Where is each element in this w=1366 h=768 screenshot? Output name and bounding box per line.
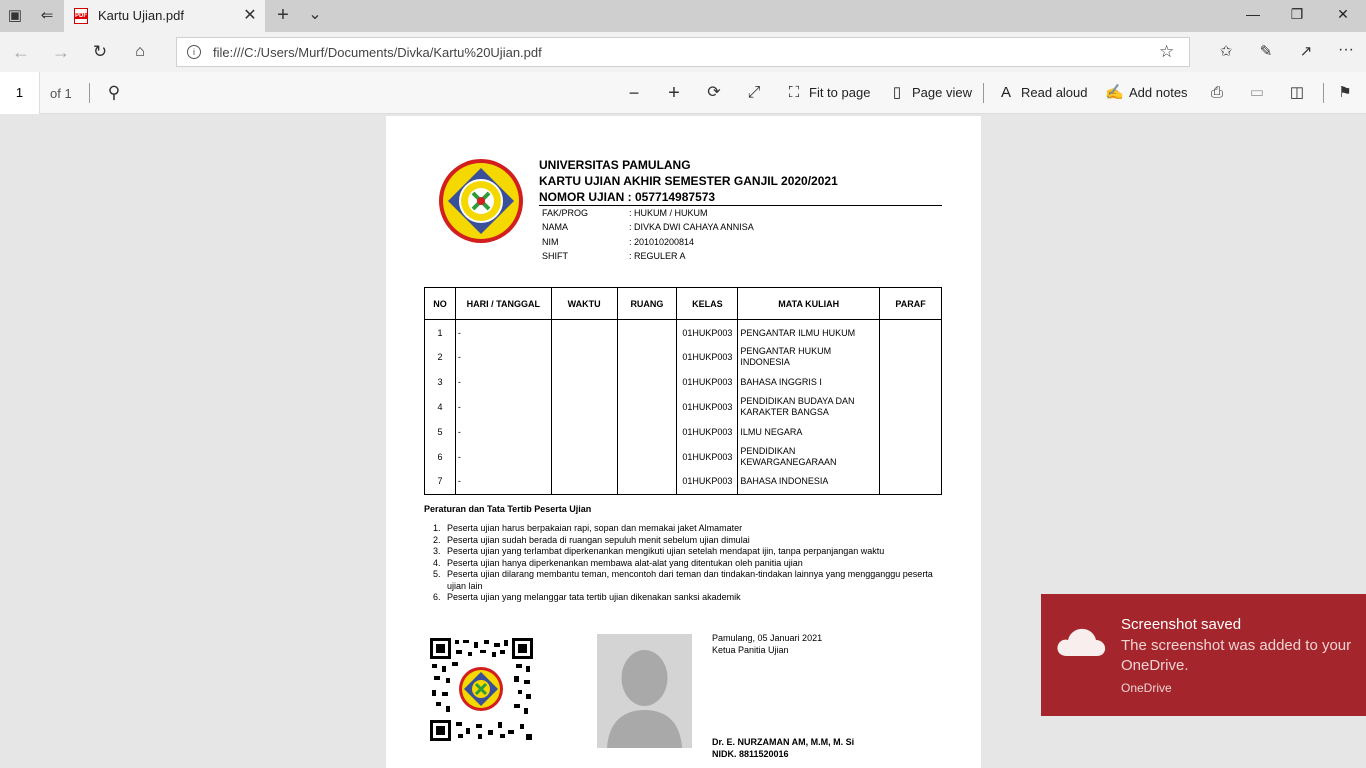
add-notes-label: Add notes [1129, 85, 1188, 100]
signatory-nidk: NIDK. 8811520016 [712, 749, 789, 759]
navigation-bar: ← → ↻ ⌂ i file:///C:/Users/Murf/Document… [0, 32, 1366, 72]
pdf-toolbar: 1 of 1 ⚲ − + ⟳ ⤢ ⛶ Fit to page ▯ Page view… [0, 72, 1366, 114]
table-header-row: NO HARI / TANGGAL WAKTU RUANG KELAS MATA… [424, 287, 942, 320]
page-view-button[interactable]: ▯ Page view [888, 83, 972, 103]
info-row: FAK/PROG: HUKUM / HUKUM [542, 208, 708, 218]
search-icon[interactable]: ⚲ [103, 83, 125, 103]
toast-source: OneDrive [1121, 681, 1172, 695]
list-item: 6. Peserta ujian yang melanggar tata tert… [433, 592, 741, 602]
list-item: 2. Peserta ujian sudah berada di ruangan … [433, 534, 750, 545]
university-logo [439, 159, 523, 243]
new-tab-button[interactable]: + [272, 5, 294, 25]
university-name: UNIVERSITAS PAMULANG [539, 158, 691, 172]
fit-to-page-button[interactable]: ⛶ Fit to page [785, 83, 871, 103]
toolbar-divider [89, 83, 90, 103]
tab-bar: ▣ ⇐ Kartu Ujian.pdf ✕ + ⌄ — ❐ ✕ [0, 0, 1366, 32]
exam-number: NOMOR UJIAN : 057714987573 [539, 190, 716, 204]
favorites-icon[interactable]: ✩ [1215, 42, 1237, 62]
tab-close-button[interactable]: ✕ [240, 6, 260, 26]
back-icon[interactable]: ← [10, 42, 32, 62]
read-aloud-button[interactable]: A Read aloud [997, 83, 1088, 103]
rules-list: 1. Peserta ujian harus berpakaian rapi, s… [433, 523, 933, 604]
info-row: NAMA: DIVKA DWI CAHAYA ANNISA [542, 222, 754, 232]
tab-actions-icon[interactable]: ▣ [4, 6, 26, 26]
list-item: 1. Peserta ujian harus berpakaian rapi, s… [433, 523, 743, 533]
table-row: 1-01HUKP003 PENGANTAR ILMU HUKUM [424, 319, 942, 345]
toast-title: Screenshot saved [1121, 616, 1242, 633]
read-aloud-icon: A [1000, 84, 1011, 101]
onedrive-cloud-icon [1057, 628, 1106, 656]
pen-note-icon: ✍ [1105, 84, 1124, 101]
fit-to-page-label: Fit to page [809, 85, 871, 100]
full-screen-icon[interactable]: ⤢ [743, 83, 765, 103]
signatory-name: Dr. E. NURZAMAN AM, M.M, M. Si [712, 737, 855, 747]
student-photo-placeholder [597, 634, 692, 748]
table-row: 6-01HUKP003 PENDIDIKAN KEWARGANEGARAAN [424, 444, 942, 470]
column-header: PARAF [879, 287, 942, 320]
table-row: 3-01HUKP003 BAHASA INGGRIS I [424, 369, 942, 395]
qr-code [430, 638, 533, 741]
home-icon[interactable]: ⌂ [129, 42, 151, 62]
column-header: NO [424, 287, 456, 320]
table-row: 4-01HUKP003 PENDIDIKAN BUDAYA DAN KARAKTE… [424, 394, 942, 420]
card-title: KARTU UJIAN AKHIR SEMESTER GANJIL 2020/2… [539, 174, 838, 188]
pdf-page: UNIVERSITAS PAMULANG KARTU UJIAN AKHIR S… [386, 116, 981, 768]
list-item: 3. Peserta ujian yang terlambat diperkena… [433, 546, 885, 556]
header-divider [539, 205, 942, 206]
print-icon[interactable]: ⎙ [1206, 83, 1228, 103]
forward-icon[interactable]: → [50, 42, 72, 62]
address-bar[interactable]: i file:///C:/Users/Murf/Documents/Divka/… [176, 37, 1190, 67]
close-window-button[interactable]: ✕ [1328, 6, 1358, 26]
list-item: 4. Peserta ujian hanya diperkenankan memb… [433, 557, 803, 568]
list-item: 5. Peserta ujian dilarang membantu teman,… [433, 569, 933, 591]
info-row: NIM: 201010200814 [542, 237, 695, 247]
screenshot-saved-notification[interactable]: Screenshot saved The screenshot was adde… [1041, 594, 1366, 716]
exam-schedule-table: NO HARI / TANGGAL WAKTU RUANG KELAS MATA… [424, 287, 942, 495]
tab-preview-button[interactable]: ⌄ [304, 5, 326, 25]
set-tabs-aside-icon[interactable]: ⇐ [36, 6, 58, 26]
add-notes-button[interactable]: ✍ Add notes [1105, 83, 1188, 103]
column-header: RUANG [616, 287, 678, 320]
save-as-icon[interactable]: ◫ [1286, 83, 1308, 103]
zoom-in-icon[interactable]: + [663, 83, 685, 103]
pen-icon[interactable]: ✎ [1255, 42, 1277, 62]
save-icon[interactable]: ▭ [1246, 83, 1268, 103]
page-view-icon: ▯ [892, 84, 902, 101]
fit-page-icon: ⛶ [788, 84, 800, 101]
sign-place-date: Pamulang, 05 Januari 2021 [712, 633, 823, 643]
info-row: SHIFT: REGULER A [542, 251, 686, 261]
info-icon[interactable]: i [187, 45, 201, 59]
toast-message: The screenshot was added to your OneDriv… [1121, 637, 1352, 674]
table-row: 5-01HUKP003 ILMU NEGARA [424, 419, 942, 445]
column-header: WAKTU [550, 287, 618, 320]
rules-title: Peraturan dan Tata Tertib Peserta Ujian [424, 504, 592, 514]
read-aloud-label: Read aloud [1021, 85, 1088, 100]
toolbar-divider [1323, 83, 1324, 103]
url-text[interactable]: file:///C:/Users/Murf/Documents/Divka/Ka… [213, 45, 542, 60]
column-header: KELAS [676, 287, 739, 320]
minimize-button[interactable]: — [1238, 6, 1268, 26]
zoom-out-icon[interactable]: − [623, 83, 645, 103]
page-total: of 1 [50, 86, 72, 101]
share-icon[interactable]: ↗ [1295, 42, 1317, 62]
sign-role: Ketua Panitia Ujian [712, 645, 789, 655]
column-header: MATA KULIAH [737, 287, 881, 320]
table-row: 7-01HUKP003 BAHASA INDONESIA [424, 469, 942, 495]
toolbar-divider [983, 83, 984, 103]
page-number-input[interactable]: 1 [0, 72, 40, 114]
pin-toolbar-icon[interactable]: ⚑ [1334, 83, 1356, 103]
tab-title: Kartu Ujian.pdf [98, 8, 184, 23]
tab-kartu-ujian[interactable]: Kartu Ujian.pdf ✕ [64, 0, 265, 32]
avatar [607, 650, 682, 748]
restore-button[interactable]: ❐ [1282, 6, 1312, 26]
more-icon[interactable]: ··· [1335, 40, 1357, 60]
page-view-label: Page view [912, 85, 972, 100]
refresh-icon[interactable]: ↻ [89, 42, 111, 62]
rotate-icon[interactable]: ⟳ [703, 83, 725, 103]
table-row: 2-01HUKP003 PENGANTAR HUKUM INDONESIA [424, 344, 942, 370]
column-header: HARI / TANGGAL [454, 287, 552, 320]
pdf-file-icon [74, 8, 88, 24]
favorite-star-icon[interactable]: ☆ [1159, 42, 1174, 62]
